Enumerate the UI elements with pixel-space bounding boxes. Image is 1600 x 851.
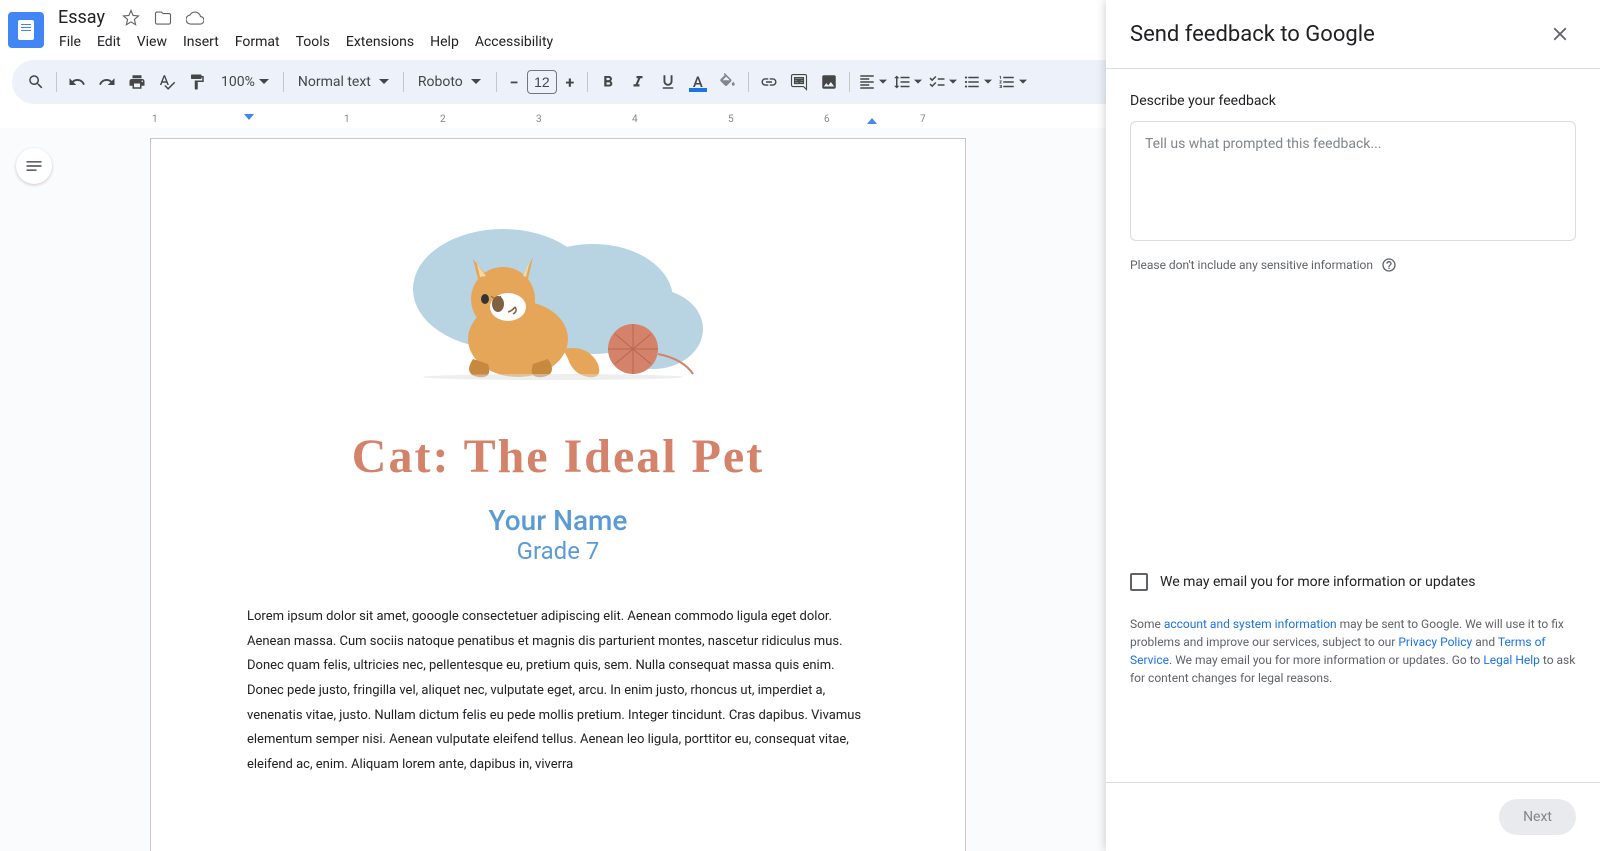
menu-extensions[interactable]: Extensions xyxy=(339,30,421,54)
undo-button[interactable] xyxy=(63,68,91,96)
privacy-policy-link[interactable]: Privacy Policy xyxy=(1398,635,1472,649)
print-button[interactable] xyxy=(123,68,151,96)
paint-format-button[interactable] xyxy=(183,68,211,96)
menu-view[interactable]: View xyxy=(130,30,174,54)
feedback-close-button[interactable] xyxy=(1544,18,1576,50)
feedback-title: Send feedback to Google xyxy=(1130,22,1375,47)
checklist-button[interactable] xyxy=(926,73,959,91)
feedback-describe-label: Describe your feedback xyxy=(1130,93,1576,109)
outline-toggle-button[interactable] xyxy=(16,148,52,184)
document-author-name[interactable]: Your Name xyxy=(247,504,869,537)
ruler-mark: 6 xyxy=(824,114,830,125)
zoom-select[interactable]: 100% xyxy=(213,70,277,94)
bulleted-list-button[interactable] xyxy=(961,73,994,91)
document-grade[interactable]: Grade 7 xyxy=(247,537,869,565)
insert-link-button[interactable] xyxy=(755,68,783,96)
document-heading[interactable]: Cat: The Ideal Pet xyxy=(247,429,869,484)
ruler-mark: 4 xyxy=(632,114,638,125)
styles-select[interactable]: Normal text xyxy=(290,70,397,94)
ruler-mark: 1 xyxy=(152,114,158,125)
legal-help-link[interactable]: Legal Help xyxy=(1483,653,1540,667)
line-spacing-button[interactable] xyxy=(891,73,924,91)
feedback-checkbox-label: We may email you for more information or… xyxy=(1160,574,1475,590)
font-size-input[interactable] xyxy=(527,70,557,94)
feedback-email-checkbox[interactable] xyxy=(1130,573,1148,591)
document-page[interactable]: Cat: The Ideal Pet Your Name Grade 7 Lor… xyxy=(150,138,966,851)
ruler-indent-left[interactable] xyxy=(244,114,254,120)
account-info-link[interactable]: account and system information xyxy=(1164,617,1337,631)
document-title[interactable]: Essay xyxy=(52,5,111,30)
docs-logo-icon[interactable] xyxy=(8,12,44,48)
menu-edit[interactable]: Edit xyxy=(90,30,128,54)
underline-button[interactable] xyxy=(654,68,682,96)
feedback-textarea[interactable] xyxy=(1130,121,1576,241)
insert-image-button[interactable] xyxy=(815,68,843,96)
bold-button[interactable] xyxy=(594,68,622,96)
menu-tools[interactable]: Tools xyxy=(289,30,337,54)
info-icon xyxy=(1381,257,1397,273)
spellcheck-button[interactable] xyxy=(153,68,181,96)
ruler-mark: 7 xyxy=(920,114,926,125)
feedback-next-button[interactable]: Next xyxy=(1499,799,1576,835)
numbered-list-button[interactable] xyxy=(996,73,1029,91)
zoom-value: 100% xyxy=(221,74,255,90)
ruler-mark: 5 xyxy=(728,114,734,125)
redo-button[interactable] xyxy=(93,68,121,96)
cloud-status-icon[interactable] xyxy=(183,6,207,30)
styles-value: Normal text xyxy=(298,74,371,90)
search-menus-button[interactable] xyxy=(22,68,50,96)
highlight-color-button[interactable] xyxy=(714,68,742,96)
feedback-legal-text: Some account and system information may … xyxy=(1130,615,1576,687)
cat-illustration xyxy=(247,199,869,399)
feedback-panel: Send feedback to Google Describe your fe… xyxy=(1106,0,1600,851)
menu-insert[interactable]: Insert xyxy=(176,30,226,54)
increase-font-size-button[interactable]: + xyxy=(559,71,581,93)
align-button[interactable] xyxy=(856,73,889,91)
ruler-indent-right[interactable] xyxy=(867,118,877,124)
ruler-mark: 2 xyxy=(440,114,446,125)
font-select[interactable]: Roboto xyxy=(410,70,490,94)
ruler-mark: 3 xyxy=(536,114,542,125)
menu-bar: File Edit View Insert Format Tools Exten… xyxy=(52,30,560,54)
decrease-font-size-button[interactable]: − xyxy=(503,71,525,93)
menu-accessibility[interactable]: Accessibility xyxy=(468,30,560,54)
menu-file[interactable]: File xyxy=(52,30,88,54)
feedback-hint-text: Please don't include any sensitive infor… xyxy=(1130,258,1373,272)
ruler-mark: 1 xyxy=(344,114,350,125)
italic-button[interactable] xyxy=(624,68,652,96)
star-icon[interactable] xyxy=(119,6,143,30)
menu-help[interactable]: Help xyxy=(423,30,466,54)
document-body[interactable]: Lorem ipsum dolor sit amet, gooogle cons… xyxy=(247,605,869,778)
text-color-button[interactable]: A xyxy=(684,68,712,96)
move-icon[interactable] xyxy=(151,6,175,30)
menu-format[interactable]: Format xyxy=(228,30,287,54)
add-comment-button[interactable] xyxy=(785,68,813,96)
font-value: Roboto xyxy=(418,74,463,90)
